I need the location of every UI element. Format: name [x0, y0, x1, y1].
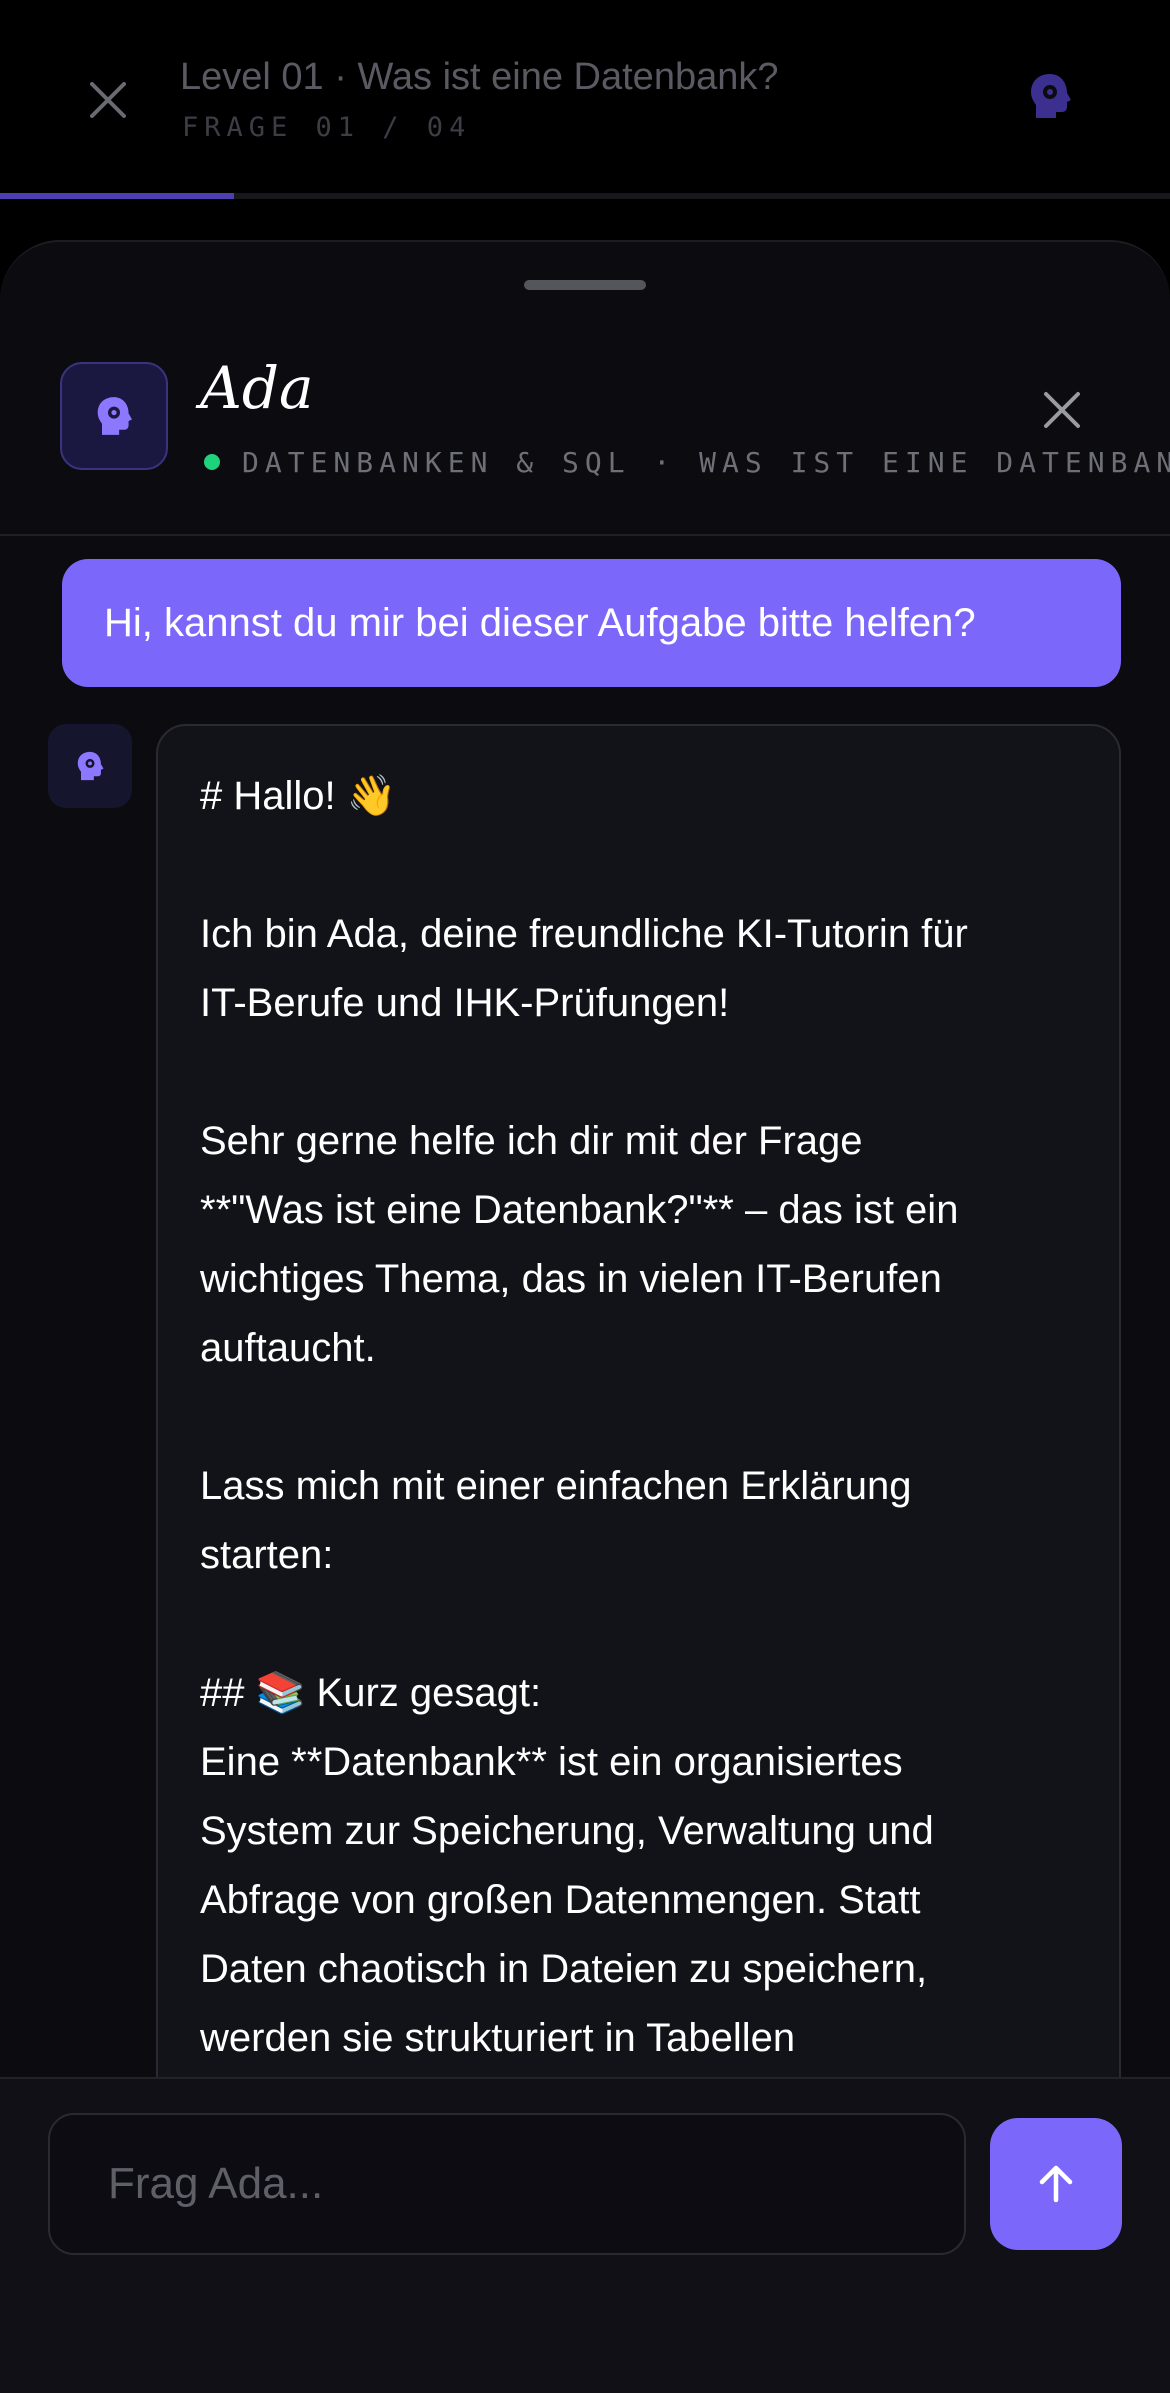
- message-line: Ich bin Ada, deine freundliche KI-Tutori…: [200, 912, 968, 956]
- message-line: **"Was ist eine Datenbank?"** – das ist …: [200, 1188, 959, 1232]
- arrow-up-icon: [1039, 2165, 1073, 2203]
- user-message: Hi, kannst du mir bei dieser Aufgabe bit…: [62, 559, 1121, 687]
- ada-message-avatar: [48, 724, 132, 808]
- brain-gear-icon: [1031, 74, 1071, 118]
- tutor-header: Ada DATENBANKEN & SQL · WAS IST EINE DAT…: [0, 242, 1170, 536]
- message-composer: [0, 2077, 1170, 2393]
- chat-input[interactable]: [48, 2113, 966, 2255]
- message-line: Sehr gerne helfe ich dir mit der Frage: [200, 1119, 863, 1163]
- close-icon: [1044, 392, 1080, 428]
- quiz-title: Level 01 · Was ist eine Datenbank?: [180, 56, 779, 98]
- send-button[interactable]: [990, 2118, 1122, 2250]
- close-icon: [90, 82, 126, 118]
- ada-avatar: [60, 362, 168, 470]
- message-line: starten:: [200, 1533, 334, 1577]
- brain-gear-icon: [77, 751, 104, 781]
- question-counter: FRAGE 01 / 04: [182, 112, 472, 143]
- message-line: # Hallo! 👋: [200, 774, 397, 818]
- assistant-message: # Hallo! 👋 Ich bin Ada, deine freundliche…: [156, 724, 1121, 2224]
- quiz-header: Level 01 · Was ist eine Datenbank? FRAGE…: [0, 0, 1170, 200]
- message-line: ## 📚 Kurz gesagt:: [200, 1671, 542, 1715]
- message-line: wichtiges Thema, das in vielen IT-Berufe…: [200, 1257, 942, 1301]
- tutor-button[interactable]: [1022, 68, 1078, 124]
- tutor-context: DATENBANKEN & SQL · WAS IST EINE DATENBA…: [242, 446, 1170, 479]
- message-line: auftaucht.: [200, 1326, 376, 1370]
- message-line: werden sie strukturiert in Tabellen: [200, 2016, 796, 2060]
- message-line: Eine **Datenbank** ist ein organisiertes: [200, 1740, 903, 1784]
- quiz-progress-fill: [0, 193, 234, 199]
- online-status-dot: [204, 454, 220, 470]
- quiz-close-button[interactable]: [78, 70, 138, 130]
- message-line: IT-Berufe und IHK-Prüfungen!: [200, 981, 730, 1025]
- message-line: System zur Speicherung, Verwaltung und: [200, 1809, 934, 1853]
- brain-gear-icon: [97, 397, 132, 435]
- message-line: Lass mich mit einer einfachen Erklärung: [200, 1464, 912, 1508]
- quiz-progress-bar: [0, 193, 1170, 199]
- tutor-name: Ada: [200, 354, 314, 422]
- message-line: Abfrage von großen Datenmengen. Statt: [200, 1878, 921, 1922]
- sheet-close-button[interactable]: [1032, 380, 1092, 440]
- message-line: Daten chaotisch in Dateien zu speichern,: [200, 1947, 928, 1991]
